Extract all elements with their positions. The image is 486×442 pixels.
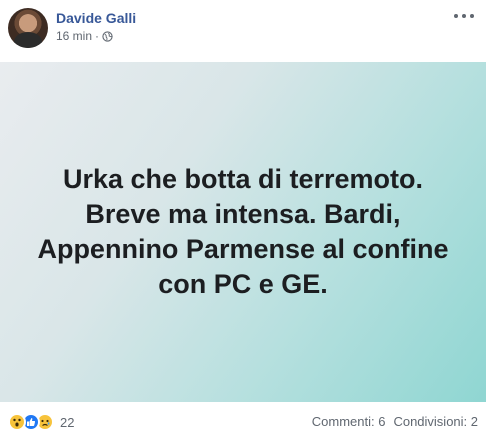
post-stats: Commenti: 6 Condivisioni: 2 <box>312 414 478 429</box>
meta-separator: · <box>95 29 100 43</box>
facebook-post: Davide Galli 16 min · Urka che botta di … <box>0 0 486 442</box>
status-text: Urka che botta di terremoto. Breve ma in… <box>37 163 449 300</box>
shares-count[interactable]: Condivisioni: 2 <box>393 414 478 429</box>
author-name[interactable]: Davide Galli <box>56 10 136 26</box>
reactions-summary[interactable]: 22 <box>8 413 74 431</box>
globe-icon[interactable] <box>102 30 113 42</box>
reaction-count[interactable]: 22 <box>60 415 74 430</box>
post-meta: 16 min · <box>56 29 113 43</box>
post-header: Davide Galli 16 min · <box>0 0 486 62</box>
status-background: Urka che botta di terremoto. Breve ma in… <box>0 62 486 402</box>
avatar[interactable] <box>8 8 48 48</box>
post-footer: 22 Commenti: 6 Condivisioni: 2 <box>0 402 486 442</box>
more-options-icon[interactable] <box>454 10 474 22</box>
wow-icon <box>8 413 26 431</box>
comments-count[interactable]: Commenti: 6 <box>312 414 386 429</box>
post-time[interactable]: 16 min <box>56 29 92 43</box>
